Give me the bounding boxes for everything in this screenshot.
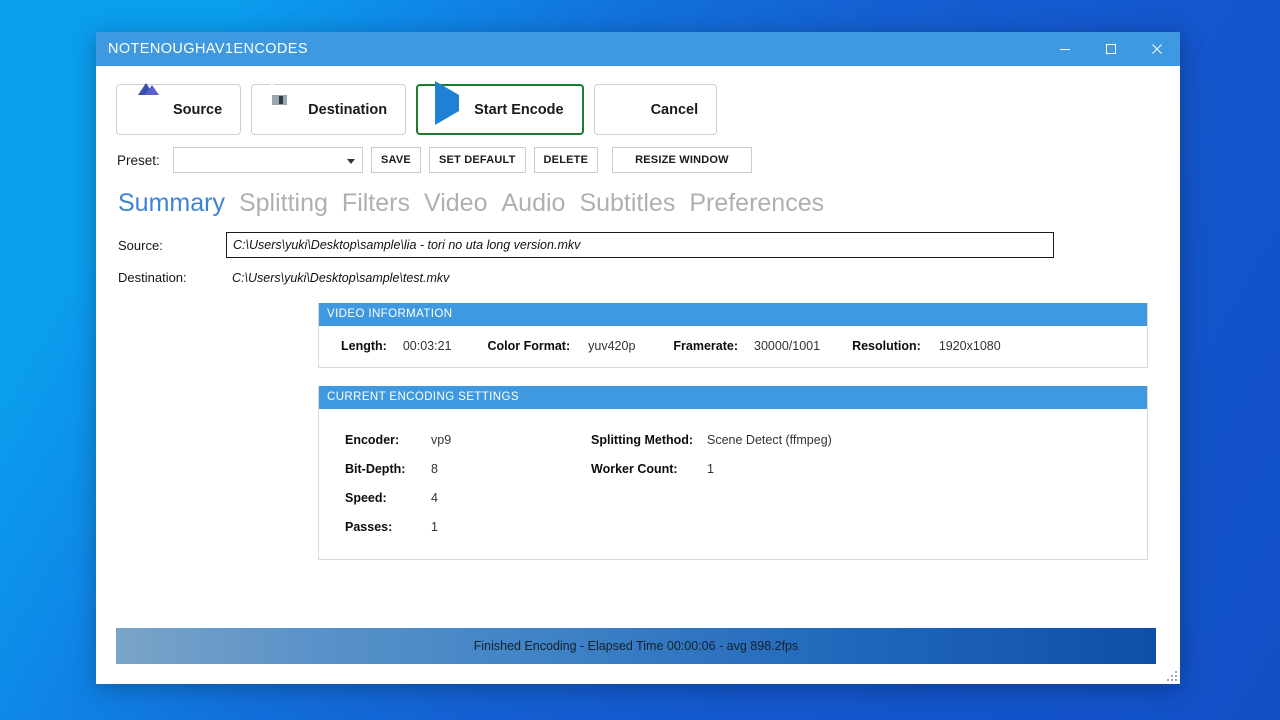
tab-splitting[interactable]: Splitting xyxy=(239,189,328,218)
destination-field-label: Destination: xyxy=(118,270,187,285)
setting-row: Encoder: vp9 xyxy=(345,425,591,454)
play-icon xyxy=(432,80,462,125)
settings-left-column: Encoder: vp9 Bit-Depth: 8 Speed: 4 Passe… xyxy=(345,425,591,541)
tab-summary[interactable]: Summary xyxy=(118,189,225,218)
color-format-label: Color Format: xyxy=(487,339,571,353)
passes-value: 1 xyxy=(431,519,438,534)
destination-row: Destination: C:\Users\yuki\Desktop\sampl… xyxy=(96,258,1180,285)
speed-value: 4 xyxy=(431,490,438,505)
start-encode-button-label: Start Encode xyxy=(474,101,564,118)
cancel-button[interactable]: Cancel xyxy=(593,84,718,135)
close-icon xyxy=(1152,44,1162,54)
source-button-label: Source xyxy=(173,101,223,118)
encoder-label: Encoder: xyxy=(345,432,400,447)
tab-filters[interactable]: Filters xyxy=(342,189,410,218)
source-path-value: C:\Users\yuki\Desktop\sample\lia - tori … xyxy=(233,238,581,252)
preset-set-default-button[interactable]: SET DEFAULT xyxy=(428,147,526,173)
client-area: Source Destination Start Encode Cancel P… xyxy=(96,66,1180,684)
tab-audio[interactable]: Audio xyxy=(501,189,565,218)
setting-row: Passes: 1 xyxy=(345,512,591,541)
video-information-fields: Length: 00:03:21 Color Format: yuv420p F… xyxy=(319,326,1147,367)
chevron-down-icon xyxy=(347,159,355,164)
maximize-icon xyxy=(1106,44,1116,54)
cancel-circle-x-icon xyxy=(609,95,639,125)
preset-delete-button[interactable]: DELETE xyxy=(533,147,599,173)
encoder-value: vp9 xyxy=(431,432,452,447)
resize-grip[interactable] xyxy=(1163,667,1177,681)
setting-row: Worker Count: 1 xyxy=(591,454,832,483)
bit-depth-label: Bit-Depth: xyxy=(345,461,406,476)
minimize-icon xyxy=(1060,49,1070,50)
worker-count-value: 1 xyxy=(707,461,714,476)
maximize-button[interactable] xyxy=(1088,32,1134,66)
tab-bar: Summary Splitting Filters Video Audio Su… xyxy=(96,173,1180,218)
tab-video[interactable]: Video xyxy=(424,189,488,218)
preset-save-button[interactable]: SAVE xyxy=(371,147,421,173)
settings-right-column: Splitting Method: Scene Detect (ffmpeg) … xyxy=(591,425,832,541)
bit-depth-value: 8 xyxy=(431,461,438,476)
preset-combobox[interactable] xyxy=(173,147,363,173)
setting-row: Speed: 4 xyxy=(345,483,591,512)
current-encoding-settings-body: Encoder: vp9 Bit-Depth: 8 Speed: 4 Passe… xyxy=(319,409,1147,559)
destination-button-label: Destination xyxy=(308,101,388,118)
video-information-panel: VIDEO INFORMATION Length: 00:03:21 Color… xyxy=(318,303,1148,368)
close-button[interactable] xyxy=(1134,32,1180,66)
preset-label: Preset: xyxy=(117,152,160,168)
resolution-value: 1920x1080 xyxy=(938,339,1001,353)
window-controls xyxy=(1042,32,1180,66)
source-row: Source: C:\Users\yuki\Desktop\sample\lia… xyxy=(96,232,1180,258)
framerate-value: 30000/1001 xyxy=(754,339,821,353)
worker-count-label: Worker Count: xyxy=(591,461,678,476)
splitting-method-label: Splitting Method: xyxy=(591,432,694,447)
splitting-method-value: Scene Detect (ffmpeg) xyxy=(707,432,832,447)
destination-button[interactable]: Destination xyxy=(251,80,407,135)
app-window: NOTENOUGHAV1ENCODES Source Destination S… xyxy=(96,32,1180,684)
destination-path-value: C:\Users\yuki\Desktop\sample\test.mkv xyxy=(232,270,450,285)
summary-panel: Source: C:\Users\yuki\Desktop\sample\lia… xyxy=(96,218,1180,560)
length-label: Length: xyxy=(341,339,387,353)
framerate-label: Framerate: xyxy=(673,339,739,353)
resize-window-button[interactable]: RESIZE WINDOW xyxy=(612,147,752,173)
setting-row: Bit-Depth: 8 xyxy=(345,454,591,483)
floppy-disk-icon xyxy=(266,80,296,125)
video-information-body: Length: 00:03:21 Color Format: yuv420p F… xyxy=(319,326,1147,367)
tab-preferences[interactable]: Preferences xyxy=(689,189,824,218)
title-bar[interactable]: NOTENOUGHAV1ENCODES xyxy=(96,32,1180,66)
window-title: NOTENOUGHAV1ENCODES xyxy=(108,41,308,57)
film-icon xyxy=(126,82,161,125)
preset-row: Preset: SAVE SET DEFAULT DELETE RESIZE W… xyxy=(96,135,1180,173)
video-information-header: VIDEO INFORMATION xyxy=(319,303,1147,326)
cancel-button-label: Cancel xyxy=(650,101,699,118)
source-button[interactable]: Source xyxy=(116,82,242,135)
main-toolbar: Source Destination Start Encode Cancel xyxy=(96,66,1180,135)
length-value: 00:03:21 xyxy=(402,339,452,353)
source-field-label: Source: xyxy=(118,237,163,253)
current-encoding-settings-header: CURRENT ENCODING SETTINGS xyxy=(319,386,1147,409)
passes-label: Passes: xyxy=(345,519,393,534)
current-encoding-settings-panel: CURRENT ENCODING SETTINGS Encoder: vp9 B… xyxy=(318,386,1148,560)
speed-label: Speed: xyxy=(345,490,387,505)
minimize-button[interactable] xyxy=(1042,32,1088,66)
setting-row: Splitting Method: Scene Detect (ffmpeg) xyxy=(591,425,832,454)
settings-grid: Encoder: vp9 Bit-Depth: 8 Speed: 4 Passe… xyxy=(319,409,1147,559)
progress-status-text: Finished Encoding - Elapsed Time 00:00:0… xyxy=(473,639,799,653)
tab-subtitles[interactable]: Subtitles xyxy=(579,189,675,218)
resolution-label: Resolution: xyxy=(852,339,921,353)
start-encode-button[interactable]: Start Encode xyxy=(416,80,584,135)
progress-bar: Finished Encoding - Elapsed Time 00:00:0… xyxy=(116,628,1156,664)
source-path-input[interactable]: C:\Users\yuki\Desktop\sample\lia - tori … xyxy=(226,232,1054,258)
color-format-value: yuv420p xyxy=(588,339,636,353)
